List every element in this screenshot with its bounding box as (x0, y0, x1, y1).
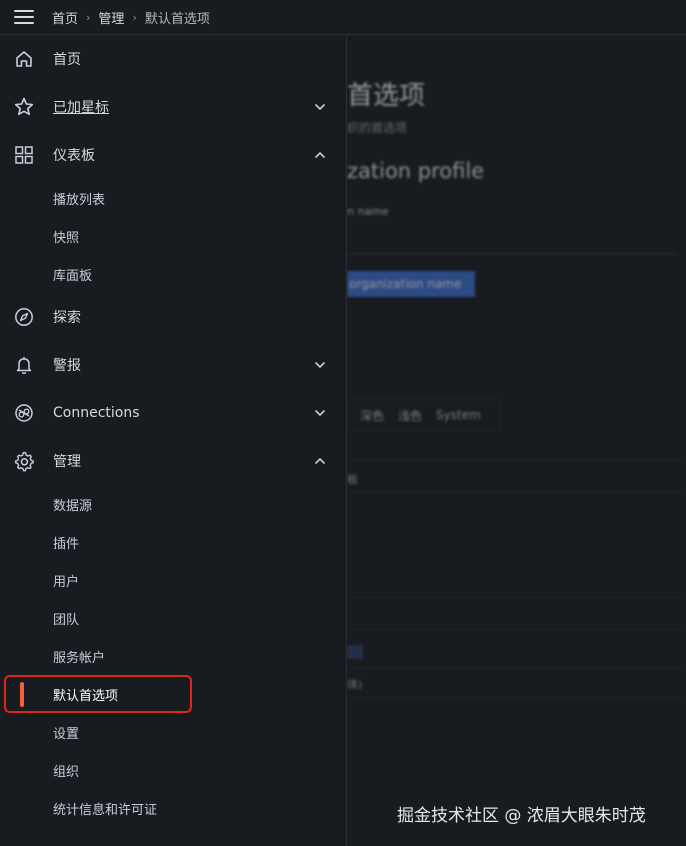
sidebar-item-label: 首页 (53, 52, 81, 68)
sidebar-subitem-label: 播放列表 (53, 193, 106, 208)
sidebar-item-connections[interactable]: Connections (0, 394, 346, 432)
dashboard-grid-icon (15, 146, 33, 164)
sidebar-subitem-library-panels[interactable]: 库面板 (0, 255, 346, 293)
chevron-down-icon[interactable] (313, 406, 327, 420)
sidebar: 首页 已加星标 仪表板 播放列表 快照 库面板 探索 警报 Connection… (0, 35, 347, 846)
chevron-up-icon[interactable] (313, 454, 327, 468)
section-title: zation profile (347, 159, 485, 183)
sidebar-subitem-settings[interactable]: 设置 (0, 713, 346, 751)
sidebar-subitem-teams[interactable]: 团队 (0, 599, 346, 637)
theme-dark-option[interactable]: 深色 (360, 407, 384, 424)
home-icon (16, 51, 32, 67)
watermark: 掘金技术社区 @ 浓眉大眼朱时茂 (397, 806, 646, 826)
bell-icon (16, 357, 32, 375)
divider (347, 491, 686, 492)
sidebar-item-label: 已加星标 (53, 100, 109, 116)
menu-icon[interactable] (14, 9, 36, 25)
sidebar-item-label: Connections (53, 405, 140, 421)
sidebar-subitem-label: 设置 (53, 727, 80, 742)
divider (347, 629, 686, 630)
sidebar-subitem-label: 数据源 (53, 499, 93, 514)
sidebar-subitem-users[interactable]: 用户 (0, 561, 346, 599)
selected-option-tag (347, 645, 363, 659)
page-title: 首选项 (347, 81, 426, 111)
sidebar-subitem-label: 服务帐户 (53, 651, 106, 666)
breadcrumb-current: 默认首选项 (144, 11, 210, 27)
sidebar-item-label: 管理 (53, 454, 81, 470)
sidebar-item-label: 警报 (53, 358, 81, 374)
sidebar-subitem-label: 统计信息和许可证 (53, 803, 158, 818)
theme-radio-group[interactable]: 深色 浅色 System (347, 399, 500, 431)
font-option-label: 体) (347, 678, 363, 691)
home-dashboard-label: 板 (347, 473, 358, 486)
sidebar-item-label: 仪表板 (53, 148, 95, 164)
sidebar-subitem-organizations[interactable]: 组织 (0, 751, 346, 789)
breadcrumb-home[interactable]: 首页 (52, 8, 78, 27)
connections-icon (15, 404, 33, 422)
breadcrumb: 首页 › 管理 › 默认首选项 (52, 8, 210, 27)
sidebar-subitem-service-accounts[interactable]: 服务帐户 (0, 637, 346, 675)
update-org-name-button[interactable]: organization name (347, 271, 476, 297)
sidebar-subitem-label: 团队 (53, 613, 80, 628)
sidebar-subitem-stats-and-license[interactable]: 统计信息和许可证 (0, 789, 346, 827)
sidebar-item-administration[interactable]: 管理 (0, 442, 346, 480)
sidebar-subitem-data-sources[interactable]: 数据源 (0, 485, 346, 523)
org-name-label: n name (347, 205, 389, 218)
star-icon (14, 97, 34, 116)
sidebar-item-starred[interactable]: 已加星标 (0, 88, 346, 126)
chevron-up-icon[interactable] (313, 148, 327, 162)
divider (347, 697, 686, 698)
chevron-down-icon[interactable] (313, 100, 327, 114)
sidebar-subitem-snapshots[interactable]: 快照 (0, 217, 346, 255)
sidebar-subitem-label: 库面板 (53, 269, 93, 284)
sidebar-subitem-label: 快照 (53, 231, 80, 246)
sidebar-item-explore[interactable]: 探索 (0, 298, 346, 336)
sidebar-item-label: 探索 (53, 310, 81, 326)
sidebar-subitem-label: 插件 (53, 537, 80, 552)
top-bar: 首页 › 管理 › 默认首选项 (0, 0, 686, 35)
sidebar-subitem-playlists[interactable]: 播放列表 (0, 179, 346, 217)
sidebar-subitem-label: 默认首选项 (53, 689, 119, 704)
theme-system-option[interactable]: System (436, 408, 481, 422)
sidebar-subitem-label: 用户 (53, 575, 80, 590)
divider (347, 597, 686, 598)
divider (347, 459, 686, 460)
sidebar-item-alerting[interactable]: 警报 (0, 346, 346, 384)
sidebar-subitem-default-preferences[interactable]: 默认首选项 (0, 675, 346, 713)
sidebar-subitem-label: 组织 (53, 765, 80, 780)
compass-icon (15, 308, 33, 326)
breadcrumb-admin[interactable]: 管理 (98, 8, 124, 27)
gear-icon (14, 451, 34, 472)
sidebar-subitem-plugins[interactable]: 插件 (0, 523, 346, 561)
page-subtitle: 织的首选项 (347, 121, 408, 135)
sidebar-item-home[interactable]: 首页 (0, 40, 346, 78)
breadcrumb-separator-icon: › (132, 10, 137, 24)
sidebar-item-dashboards[interactable]: 仪表板 (0, 136, 346, 174)
breadcrumb-separator-icon: › (86, 10, 91, 24)
theme-light-option[interactable]: 浅色 (398, 407, 422, 424)
main-content: 首选项 织的首选项 zation profile n name organiza… (347, 35, 686, 846)
divider (347, 668, 686, 669)
chevron-down-icon[interactable] (313, 358, 327, 372)
org-name-input[interactable] (347, 227, 677, 254)
